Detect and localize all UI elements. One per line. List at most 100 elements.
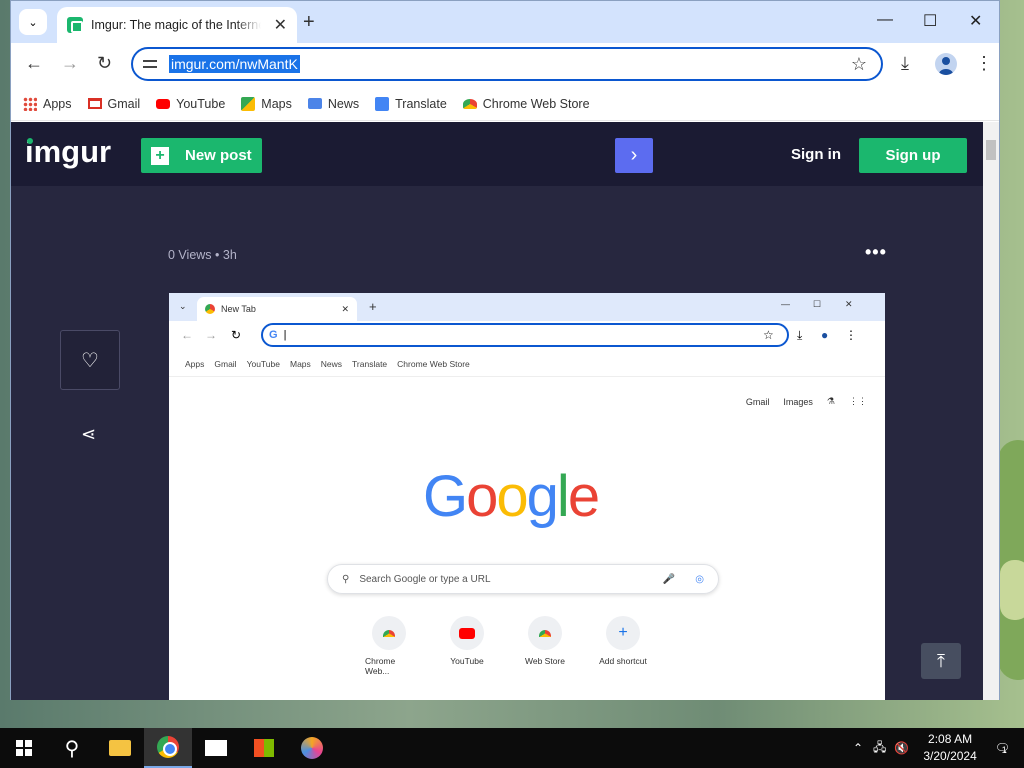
close-icon: ✕ bbox=[341, 303, 349, 314]
chevron-down-icon: ⌄ bbox=[28, 16, 38, 29]
google-logo: Google bbox=[423, 464, 600, 529]
mail-taskbar-button[interactable] bbox=[192, 728, 240, 768]
bookmark-label: Maps bbox=[261, 96, 292, 111]
bookmarks-bar: Apps Gmail YouTube Maps News Translate C… bbox=[11, 87, 999, 121]
start-button[interactable] bbox=[0, 728, 48, 768]
bookmark-translate[interactable]: Translate bbox=[375, 96, 447, 111]
minimize-icon[interactable]: — bbox=[877, 11, 893, 29]
bookmark-gmail[interactable]: Gmail bbox=[87, 97, 140, 111]
shortcut-circle bbox=[528, 616, 562, 650]
minimize-icon: — bbox=[781, 299, 790, 309]
menu-kebab-icon: ⋮ bbox=[845, 328, 857, 342]
labs-flask-icon: ⚗ bbox=[826, 396, 835, 406]
close-icon: ✕ bbox=[845, 299, 853, 309]
bookmark-maps[interactable]: Maps bbox=[241, 96, 292, 111]
forward-arrow-icon[interactable]: → bbox=[61, 53, 79, 74]
title-bar: ⌄ Imgur: The magic of the Internet ✕ + —… bbox=[11, 1, 999, 43]
heart-icon: ♡ bbox=[81, 349, 99, 372]
text-cursor: | bbox=[283, 329, 287, 341]
embedded-tab: New Tab ✕ bbox=[197, 297, 357, 321]
lens-icon: ◎ bbox=[695, 573, 704, 585]
embedded-bookmark: Translate bbox=[352, 358, 388, 369]
chrome-icon bbox=[205, 304, 215, 314]
page-scrollbar[interactable] bbox=[983, 122, 999, 700]
embedded-top-links: Gmail Images ⚗ ⋮⋮ bbox=[746, 396, 867, 407]
images-link: Images bbox=[783, 396, 813, 407]
file-explorer-button[interactable] bbox=[96, 728, 144, 768]
chrome-taskbar-button[interactable] bbox=[144, 728, 192, 768]
bookmark-label: Apps bbox=[43, 96, 72, 111]
embedded-search-box: ⚲ Search Google or type a URL 🎤 ◎ bbox=[327, 564, 719, 594]
chevron-up-icon[interactable]: ⌃ bbox=[853, 741, 863, 755]
search-placeholder: Search Google or type a URL bbox=[359, 573, 491, 585]
embedded-shortcuts: Chrome Web... YouTube Web Store + Add sho… bbox=[365, 616, 647, 676]
maximize-icon[interactable]: ☐ bbox=[923, 11, 937, 31]
profile-avatar-icon[interactable] bbox=[935, 53, 957, 75]
reload-icon[interactable]: ↻ bbox=[97, 53, 112, 74]
notification-icon[interactable]: 🗨 1 bbox=[995, 741, 1010, 755]
imgur-page: imgur + New post › Sign in Sign up 0 Vie… bbox=[11, 122, 983, 700]
embedded-address-bar: G | bbox=[261, 323, 789, 347]
store-taskbar-button[interactable] bbox=[240, 728, 288, 768]
menu-kebab-icon[interactable]: ⋮ bbox=[975, 53, 993, 74]
bookmark-apps[interactable]: Apps bbox=[23, 96, 72, 111]
clock[interactable]: 2:08 AM 3/20/2024 bbox=[923, 731, 976, 765]
translate-icon bbox=[375, 96, 390, 111]
post-image: ⌄ New Tab ✕ + — ☐ ✕ ← → ↻ G | ☆ ⤓ ● ⋮ Ap… bbox=[169, 293, 885, 700]
bookmark-chrome-web-store[interactable]: Chrome Web Store bbox=[462, 97, 590, 111]
like-button[interactable]: ♡ bbox=[60, 330, 120, 390]
mail-icon bbox=[205, 740, 227, 756]
shortcut-circle: + bbox=[606, 616, 640, 650]
embedded-bookmark: YouTube bbox=[246, 358, 280, 369]
rainbow-icon bbox=[383, 629, 395, 637]
sign-up-button[interactable]: Sign up bbox=[859, 138, 967, 173]
new-post-button[interactable]: + New post bbox=[141, 138, 262, 173]
download-icon[interactable]: ⤓ bbox=[901, 53, 909, 74]
firefox-taskbar-button[interactable] bbox=[288, 728, 336, 768]
rainbow-icon bbox=[539, 629, 551, 637]
back-arrow-icon[interactable]: ← bbox=[25, 53, 43, 74]
shortcut-tile: Chrome Web... bbox=[365, 616, 413, 676]
scroll-to-top-button[interactable]: ⤒ bbox=[921, 643, 961, 679]
tab-title: Imgur: The magic of the Internet bbox=[91, 18, 261, 32]
back-arrow-icon: ← bbox=[181, 328, 193, 342]
bookmark-label: YouTube bbox=[176, 96, 226, 111]
folder-icon bbox=[109, 740, 131, 756]
tab-search-button[interactable]: ⌄ bbox=[19, 9, 47, 35]
bookmark-news[interactable]: News bbox=[307, 96, 360, 111]
browser-tab[interactable]: Imgur: The magic of the Internet ✕ bbox=[57, 7, 297, 43]
close-tab-icon[interactable]: ✕ bbox=[274, 15, 287, 35]
new-post-label: New post bbox=[185, 147, 252, 164]
imgur-favicon-icon bbox=[67, 17, 83, 33]
more-options-icon[interactable]: ••• bbox=[865, 242, 887, 263]
apps-grid-icon bbox=[23, 96, 37, 111]
scrollbar-thumb[interactable] bbox=[986, 140, 996, 160]
url-text[interactable]: imgur.com/nwMantK bbox=[169, 55, 300, 73]
shortcut-label: Web Store bbox=[524, 656, 565, 666]
search-taskbar-button[interactable]: ⚲ bbox=[48, 728, 96, 768]
imgur-logo[interactable]: imgur bbox=[25, 134, 111, 170]
arrow-up-icon: ⤒ bbox=[937, 650, 945, 671]
bookmark-star-icon[interactable]: ☆ bbox=[851, 54, 867, 75]
embedded-toolbar: ← → ↻ G | ☆ ⤓ ● ⋮ bbox=[169, 321, 885, 351]
sign-in-link[interactable]: Sign in bbox=[791, 146, 841, 163]
address-bar[interactable]: imgur.com/nwMantK ☆ bbox=[131, 47, 883, 81]
site-info-icon[interactable] bbox=[143, 58, 159, 70]
bookmark-label: News bbox=[327, 96, 360, 111]
bookmark-youtube[interactable]: YouTube bbox=[156, 97, 225, 111]
chrome-icon bbox=[157, 736, 179, 758]
logo-dot bbox=[27, 138, 33, 144]
maps-icon bbox=[241, 96, 256, 111]
network-icon[interactable]: 🖧 bbox=[873, 738, 886, 759]
new-tab-button[interactable]: + bbox=[303, 11, 315, 34]
next-arrow-button[interactable]: › bbox=[615, 138, 653, 173]
plus-icon: + bbox=[618, 624, 628, 641]
embedded-bookmark: News bbox=[320, 358, 343, 369]
mic-icon: 🎤 bbox=[662, 573, 676, 585]
share-icon[interactable]: ⋖ bbox=[81, 424, 96, 445]
close-window-icon[interactable]: ✕ bbox=[969, 11, 982, 31]
google-g-icon: G bbox=[269, 329, 278, 341]
shortcut-label: YouTube bbox=[450, 656, 484, 666]
speaker-muted-icon[interactable]: 🔇 bbox=[894, 741, 909, 755]
profile-icon: ● bbox=[821, 328, 829, 342]
